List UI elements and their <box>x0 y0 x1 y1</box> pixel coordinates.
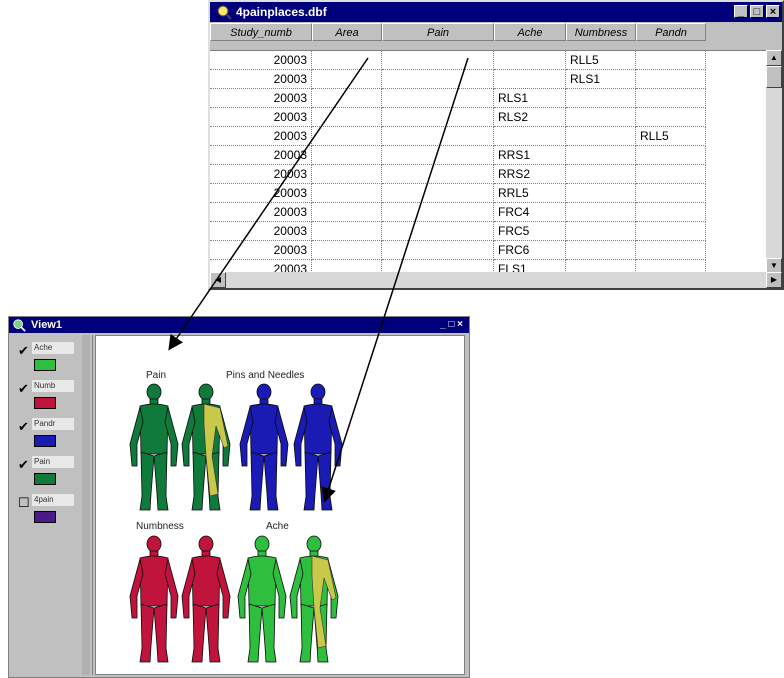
arrow-numbness <box>321 57 469 503</box>
annotation-arrows <box>168 57 469 503</box>
arrow-pain <box>168 57 369 351</box>
